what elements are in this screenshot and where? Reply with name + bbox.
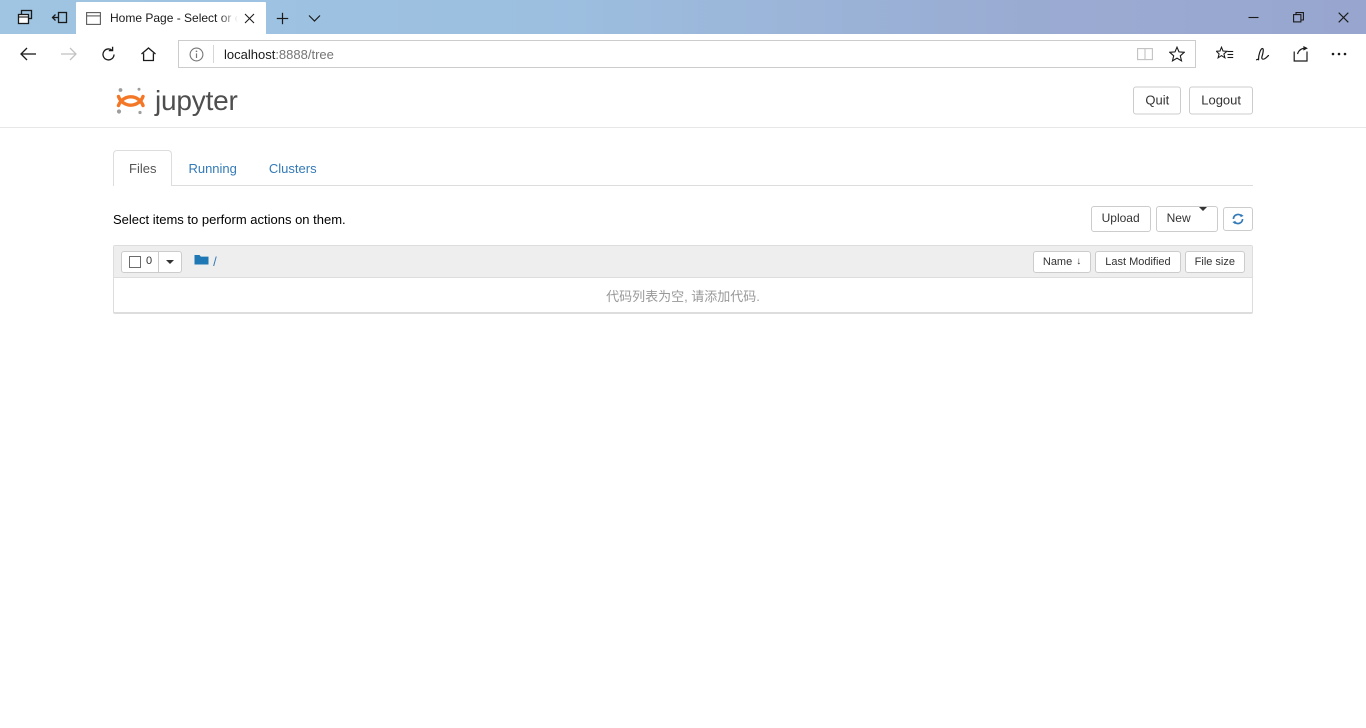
browser-tab-title: Home Page - Select or c <box>110 11 238 25</box>
refresh-file-list-button[interactable] <box>1223 207 1253 232</box>
set-tabs-aside-icon[interactable] <box>42 1 76 33</box>
upload-button[interactable]: Upload <box>1090 206 1151 232</box>
selected-count: 0 <box>146 255 153 268</box>
folder-icon <box>194 253 209 271</box>
actions-row: Select items to perform actions on them.… <box>113 204 1253 234</box>
sort-last-modified-label: Last Modified <box>1105 255 1171 268</box>
browser-navbar: localhost:8888/tree <box>0 34 1366 74</box>
address-bar-icons <box>1129 41 1193 67</box>
minimize-icon[interactable] <box>1231 0 1276 34</box>
breadcrumb-root[interactable]: / <box>213 254 217 269</box>
new-button-label: New <box>1166 211 1191 226</box>
refresh-button[interactable] <box>88 36 128 72</box>
star-icon[interactable] <box>1161 41 1193 67</box>
sort-name-label: Name <box>1042 255 1073 268</box>
quit-button[interactable]: Quit <box>1133 86 1182 115</box>
select-all-group: 0 <box>121 250 183 273</box>
settings-more-icon[interactable] <box>1320 36 1358 72</box>
file-list-toolbar: 0 / Name ↓ Last Modified File size <box>114 246 1252 279</box>
tab-overview-icon[interactable] <box>8 1 42 33</box>
page-content: jupyter Quit Logout Files Running Cluste… <box>0 74 1366 728</box>
close-window-icon[interactable] <box>1321 0 1366 34</box>
web-notes-icon[interactable] <box>1244 36 1282 72</box>
window-controls <box>1231 0 1366 34</box>
back-button[interactable] <box>8 36 48 72</box>
breadcrumb: / <box>194 253 217 271</box>
file-list-panel: 0 / Name ↓ Last Modified File size 代码列表为… <box>113 245 1253 315</box>
url-host: localhost <box>224 46 276 62</box>
share-icon[interactable] <box>1282 36 1320 72</box>
address-bar[interactable]: localhost:8888/tree <box>178 40 1196 68</box>
info-icon[interactable] <box>179 41 213 67</box>
file-actions: Upload New <box>1090 206 1253 232</box>
titlebar-left-icons <box>0 0 76 34</box>
jupyter-header: jupyter Quit Logout <box>0 74 1366 128</box>
close-icon[interactable] <box>238 7 260 29</box>
empty-list-message: 代码列表为空, 请添加代码. <box>114 278 1252 314</box>
tab-running[interactable]: Running <box>172 150 252 186</box>
new-tab-button[interactable] <box>266 2 298 34</box>
select-all-checkbox[interactable] <box>129 255 141 268</box>
browser-window: Home Page - Select or c localhost:8888/t… <box>0 0 1366 728</box>
select-dropdown-button[interactable] <box>159 252 181 272</box>
collections-icon[interactable] <box>1206 36 1244 72</box>
chevron-down-icon <box>166 259 175 264</box>
browser-titlebar: Home Page - Select or c <box>0 0 1366 34</box>
jupyter-logo[interactable]: jupyter <box>113 81 238 121</box>
logout-button[interactable]: Logout <box>1189 86 1253 115</box>
forward-button[interactable] <box>48 36 88 72</box>
browser-toolbar-icons <box>1206 36 1358 72</box>
jupyter-logo-text: jupyter <box>155 84 238 116</box>
address-url[interactable]: localhost:8888/tree <box>214 47 1129 62</box>
home-button[interactable] <box>128 36 168 72</box>
sort-arrow-icon: ↓ <box>1076 256 1082 268</box>
jupyter-logo-icon <box>116 87 145 114</box>
sort-file-size-button[interactable]: File size <box>1184 250 1245 273</box>
tab-files[interactable]: Files <box>113 150 173 187</box>
reading-view-icon[interactable] <box>1129 41 1161 67</box>
new-button[interactable]: New <box>1155 206 1218 232</box>
chevron-down-icon <box>1199 207 1207 226</box>
tab-clusters[interactable]: Clusters <box>253 150 333 186</box>
jupyter-tab-bar: Files Running Clusters <box>113 150 1253 187</box>
file-list-toolbar-left: 0 / <box>121 250 217 273</box>
browser-tab[interactable]: Home Page - Select or c <box>76 2 266 34</box>
browser-tabstrip: Home Page - Select or c <box>76 0 330 34</box>
sort-file-size-label: File size <box>1194 255 1235 268</box>
url-path: :8888/tree <box>275 46 334 62</box>
jupyter-header-actions: Quit Logout <box>1133 86 1253 115</box>
restore-icon[interactable] <box>1276 0 1321 34</box>
sort-buttons: Name ↓ Last Modified File size <box>1032 250 1245 273</box>
chevron-down-icon[interactable] <box>298 2 330 34</box>
sort-last-modified-button[interactable]: Last Modified <box>1095 250 1181 273</box>
select-all-checkbox-cell[interactable]: 0 <box>122 251 160 272</box>
jupyter-body: Files Running Clusters Select items to p… <box>0 150 1366 315</box>
sort-name-button[interactable]: Name ↓ <box>1032 250 1092 273</box>
page-icon <box>86 10 104 26</box>
refresh-icon <box>1232 213 1244 225</box>
selection-hint-text: Select items to perform actions on them. <box>113 211 346 227</box>
